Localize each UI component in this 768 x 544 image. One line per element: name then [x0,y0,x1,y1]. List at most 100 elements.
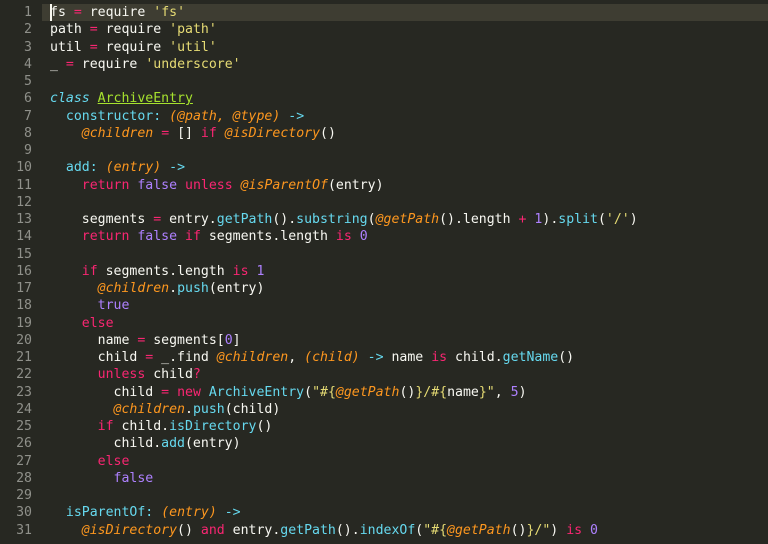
code-line[interactable]: @children.push(entry) [50,280,768,297]
code-token: ] [233,333,241,348]
code-token: false [137,178,177,193]
code-line[interactable]: fs = require 'fs' [50,4,768,21]
code-token: _.find [153,350,217,365]
code-line[interactable]: add: (entry) -> [50,159,768,176]
code-token: @children [114,402,185,417]
code-token [360,350,368,365]
code-token: else [98,454,130,469]
code-token: -> [169,160,185,175]
code-line[interactable]: child = _.find @children, (child) -> nam… [50,349,768,366]
code-editor[interactable]: 1234567891011121314151617181920212223242… [0,0,768,544]
code-token: = [153,212,161,227]
code-token: segments.length [201,229,336,244]
line-number: 11 [0,177,42,194]
code-token: is [566,523,582,538]
code-line[interactable] [50,194,768,211]
code-token [50,523,82,538]
code-line[interactable]: @children = [] if @isDirectory() [50,125,768,142]
code-area[interactable]: fs = require 'fs'path = require 'path'ut… [42,0,768,539]
code-line[interactable]: @isDirectory() and entry.getPath().index… [50,522,768,539]
code-token: true [98,298,130,313]
line-number: 16 [0,263,42,280]
code-line[interactable]: child = new ArchiveEntry("#{@getPath()}/… [50,384,768,401]
code-token [50,505,66,520]
line-number: 8 [0,125,42,142]
code-token: @isParentOf [241,178,328,193]
code-token: getPath [280,523,336,538]
code-line[interactable] [50,73,768,90]
code-token: 0 [590,523,598,538]
code-token: require [74,57,145,72]
code-token: getPath [217,212,273,227]
code-token [161,109,169,124]
code-token: ( [598,212,606,227]
code-line[interactable]: @children.push(child) [50,401,768,418]
line-number: 5 [0,73,42,90]
code-line[interactable] [50,246,768,263]
code-token: 0 [360,229,368,244]
code-token: entry. [225,523,281,538]
code-token: is [233,264,249,279]
line-number: 21 [0,349,42,366]
code-line[interactable]: return false if segments.length is 0 [50,228,768,245]
code-token: -> [225,505,241,520]
code-token: (). [336,523,360,538]
line-number: 13 [0,211,42,228]
code-token: if [185,229,201,244]
code-line[interactable]: constructor: (@path, @type) -> [50,108,768,125]
line-number: 12 [0,194,42,211]
code-token: add [66,160,90,175]
code-line[interactable]: _ = require 'underscore' [50,56,768,73]
code-line[interactable]: segments = entry.getPath().substring(@ge… [50,211,768,228]
code-line[interactable]: else [50,453,768,470]
code-line[interactable]: isParentOf: (entry) -> [50,504,768,521]
code-token: ArchiveEntry [98,91,193,106]
text-cursor [50,4,52,21]
code-token [50,229,82,244]
code-line[interactable]: if segments.length is 1 [50,263,768,280]
line-number: 28 [0,470,42,487]
code-token [177,229,185,244]
code-token: false [114,471,154,486]
code-line[interactable]: child.add(entry) [50,435,768,452]
code-token: (entry) [185,436,241,451]
line-number: 2 [0,21,42,38]
line-number: 23 [0,384,42,401]
code-token: @getPath [336,385,400,400]
code-line[interactable]: unless child? [50,366,768,383]
code-line[interactable] [50,142,768,159]
code-token [582,523,590,538]
code-line[interactable]: false [50,470,768,487]
code-line[interactable] [50,487,768,504]
code-line[interactable]: name = segments[0] [50,332,768,349]
code-token: ) [630,212,638,227]
code-line[interactable]: class ArchiveEntry [50,90,768,107]
line-number: 17 [0,280,42,297]
code-line[interactable]: else [50,315,768,332]
code-token [169,385,177,400]
line-number: 15 [0,246,42,263]
code-token: () [558,350,574,365]
code-token: }" [479,385,495,400]
code-token: else [82,316,114,331]
code-token [153,505,161,520]
code-token: 0 [225,333,233,348]
line-number: 30 [0,504,42,521]
code-token: if [201,126,217,141]
code-token: "#{ [423,523,447,538]
code-token: child [50,385,161,400]
code-token: constructor [66,109,153,124]
code-line[interactable]: true [50,297,768,314]
code-line[interactable]: if child.isDirectory() [50,418,768,435]
line-number: 27 [0,453,42,470]
code-token: new [177,385,201,400]
code-line[interactable]: util = require 'util' [50,39,768,56]
code-line[interactable]: path = require 'path' [50,21,768,38]
line-number: 25 [0,418,42,435]
code-token: isDirectory [169,419,256,434]
code-token: 5 [511,385,519,400]
code-token: (@path, @type) [169,109,280,124]
code-token: add [161,436,185,451]
code-token: @getPath [376,212,440,227]
code-line[interactable]: return false unless @isParentOf(entry) [50,177,768,194]
